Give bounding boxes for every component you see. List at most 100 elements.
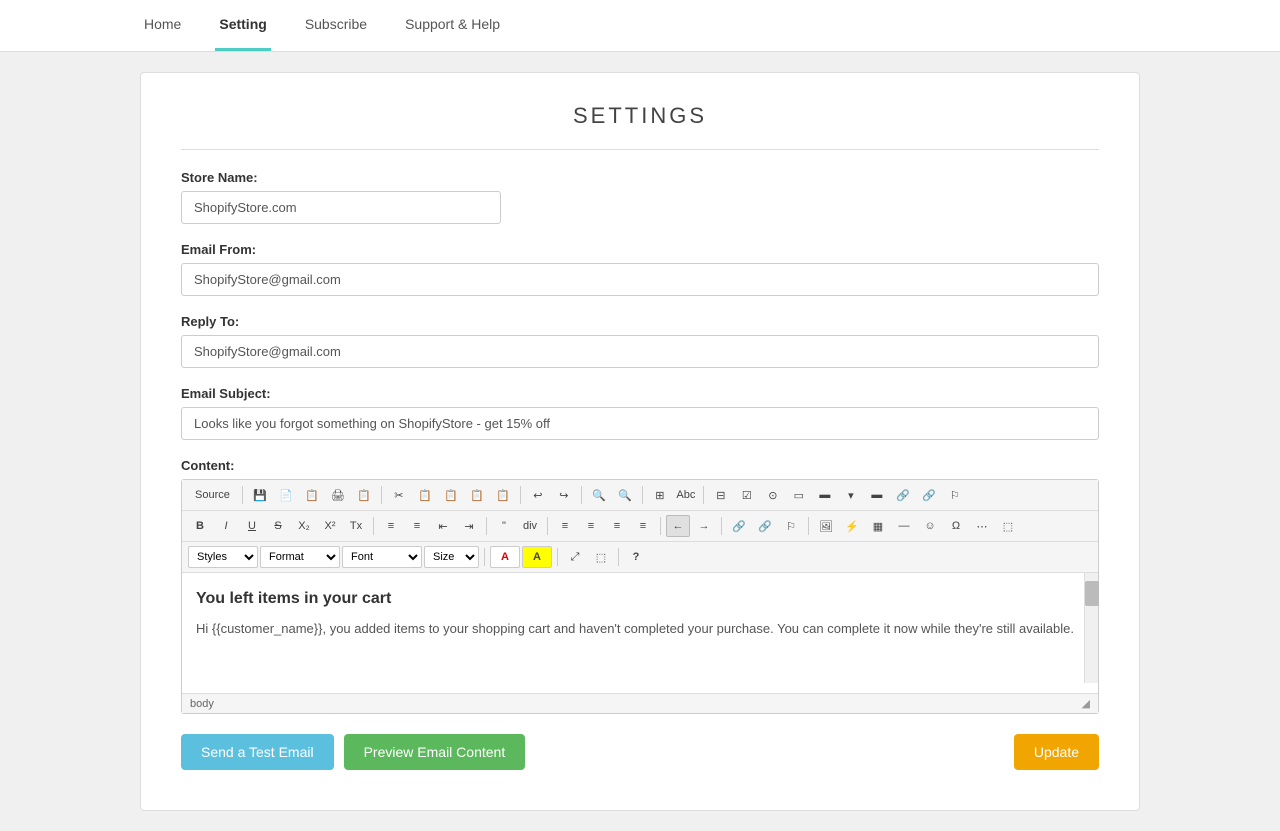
email-from-input[interactable] [181,263,1099,296]
sep2 [381,486,382,504]
page-title: SETTINGS [181,103,1099,150]
superscript-btn[interactable]: X² [318,515,342,537]
link-btn[interactable]: 🔗 [891,484,915,506]
align-justify-btn[interactable]: ≡ [631,515,655,537]
preview-email-btn[interactable]: Preview Email Content [344,734,526,770]
flag-btn[interactable]: ⚐ [779,515,803,537]
table-btn[interactable]: ▦ [866,515,890,537]
sep14 [557,548,558,566]
pagebreak-btn[interactable]: ⋯ [970,515,994,537]
paste-text-btn[interactable]: 📋 [465,484,489,506]
sep15 [618,548,619,566]
email-content-body: Hi {{customer_name}}, you added items to… [196,619,1074,639]
unlink2-btn[interactable]: 🔗 [753,515,777,537]
special-char-btn[interactable]: Ω [944,515,968,537]
hrule-btn[interactable]: — [892,515,916,537]
align-right-btn[interactable]: ≡ [605,515,629,537]
copy-btn[interactable]: 📋 [413,484,437,506]
strikethrough-btn[interactable]: S [266,515,290,537]
underline-btn[interactable]: U [240,515,264,537]
font-color-btn[interactable]: A [490,546,520,568]
bidi-ltr-btn[interactable]: ← [666,515,690,537]
resize-handle-icon[interactable]: ◢ [1082,697,1090,710]
removeformat-btn[interactable]: Tx [344,515,368,537]
undo-btn[interactable]: ↩ [526,484,550,506]
scrollbar-thumb [1085,581,1099,606]
show-blocks-btn[interactable]: ⬚ [589,546,613,568]
image-btn[interactable]: 🖼 [814,515,838,537]
size-select[interactable]: Size [424,546,479,568]
email-content-title: You left items in your cart [196,587,1074,611]
font-bg-color-btn[interactable]: A [522,546,552,568]
source-btn[interactable]: Source [188,484,237,506]
maximize-btn[interactable]: ⤢ [563,546,587,568]
new-btn[interactable]: 📄 [274,484,298,506]
statusbar-text: body [190,698,214,710]
outdent-btn[interactable]: ⇤ [431,515,455,537]
sep3 [520,486,521,504]
sep8 [486,517,487,535]
editor-scrollbar[interactable] [1084,573,1098,683]
editor-container: Source 💾 📄 📋 🖨 📋 ✂ 📋 📋 📋 📋 ↩ ↪ 🔍 🔍 [181,479,1099,714]
checkbox-btn[interactable]: ☑ [735,484,759,506]
save-btn[interactable]: 💾 [248,484,272,506]
paste-word-btn[interactable]: 📋 [491,484,515,506]
link2-btn[interactable]: 🔗 [727,515,751,537]
redo-btn[interactable]: ↪ [552,484,576,506]
anchor-btn[interactable]: ⚐ [943,484,967,506]
button-btn[interactable]: ▬ [865,484,889,506]
blockquote-btn[interactable]: " [492,515,516,537]
select-btn[interactable]: ▾ [839,484,863,506]
toolbar-row-2: B I U S X₂ X² Tx ≡ ≡ ⇤ ⇥ " div ≡ ≡ ≡ ≡ [182,511,1098,542]
radio-btn[interactable]: ⊙ [761,484,785,506]
creatediv-btn[interactable]: div [518,515,542,537]
align-left-btn[interactable]: ≡ [553,515,577,537]
send-test-btn[interactable]: Send a Test Email [181,734,334,770]
nav-setting[interactable]: Setting [215,0,270,51]
subscript-btn[interactable]: X₂ [292,515,316,537]
template-btn[interactable]: 📋 [300,484,324,506]
font-select[interactable]: Font [342,546,422,568]
smiley-btn[interactable]: ☺ [918,515,942,537]
sep7 [373,517,374,535]
spell-check-btn[interactable]: Abc [674,484,698,506]
cut-btn[interactable]: ✂ [387,484,411,506]
preview-doc-btn[interactable]: 📋 [352,484,376,506]
store-name-input[interactable] [181,191,501,224]
ordered-list-btn[interactable]: ≡ [379,515,403,537]
nav-bar: Home Setting Subscribe Support & Help [0,0,1280,52]
paste-btn[interactable]: 📋 [439,484,463,506]
bold-btn[interactable]: B [188,515,212,537]
print-btn[interactable]: 🖨 [326,484,350,506]
help-btn[interactable]: ? [624,546,648,568]
nav-subscribe[interactable]: Subscribe [301,0,371,51]
bidi-rtl-btn[interactable]: → [692,515,716,537]
unordered-list-btn[interactable]: ≡ [405,515,429,537]
flash-btn[interactable]: ⚡ [840,515,864,537]
unlink-btn[interactable]: 🔗 [917,484,941,506]
editor-content-area[interactable]: You left items in your cart Hi {{custome… [182,573,1098,693]
textarea-btn[interactable]: ▬ [813,484,837,506]
editor-scroll-area: You left items in your cart Hi {{custome… [182,573,1098,693]
update-btn[interactable]: Update [1014,734,1099,770]
replace-btn[interactable]: 🔍 [613,484,637,506]
nav-home[interactable]: Home [140,0,185,51]
find-btn[interactable]: 🔍 [587,484,611,506]
format-select[interactable]: Format [260,546,340,568]
email-subject-input[interactable] [181,407,1099,440]
insert-table-btn[interactable]: ⊟ [709,484,733,506]
reply-to-group: Reply To: [181,314,1099,368]
toolbar-row-1: Source 💾 📄 📋 🖨 📋 ✂ 📋 📋 📋 📋 ↩ ↪ 🔍 🔍 [182,480,1098,511]
styles-select[interactable]: Styles [188,546,258,568]
text-field-btn[interactable]: ▭ [787,484,811,506]
indent-btn[interactable]: ⇥ [457,515,481,537]
main-container: SETTINGS Store Name: Email From: Reply T… [140,72,1140,811]
iframe-btn[interactable]: ⬚ [996,515,1020,537]
italic-btn[interactable]: I [214,515,238,537]
reply-to-input[interactable] [181,335,1099,368]
select-all-btn[interactable]: ⊞ [648,484,672,506]
nav-support[interactable]: Support & Help [401,0,504,51]
sep1 [242,486,243,504]
content-label: Content: [181,458,1099,473]
align-center-btn[interactable]: ≡ [579,515,603,537]
